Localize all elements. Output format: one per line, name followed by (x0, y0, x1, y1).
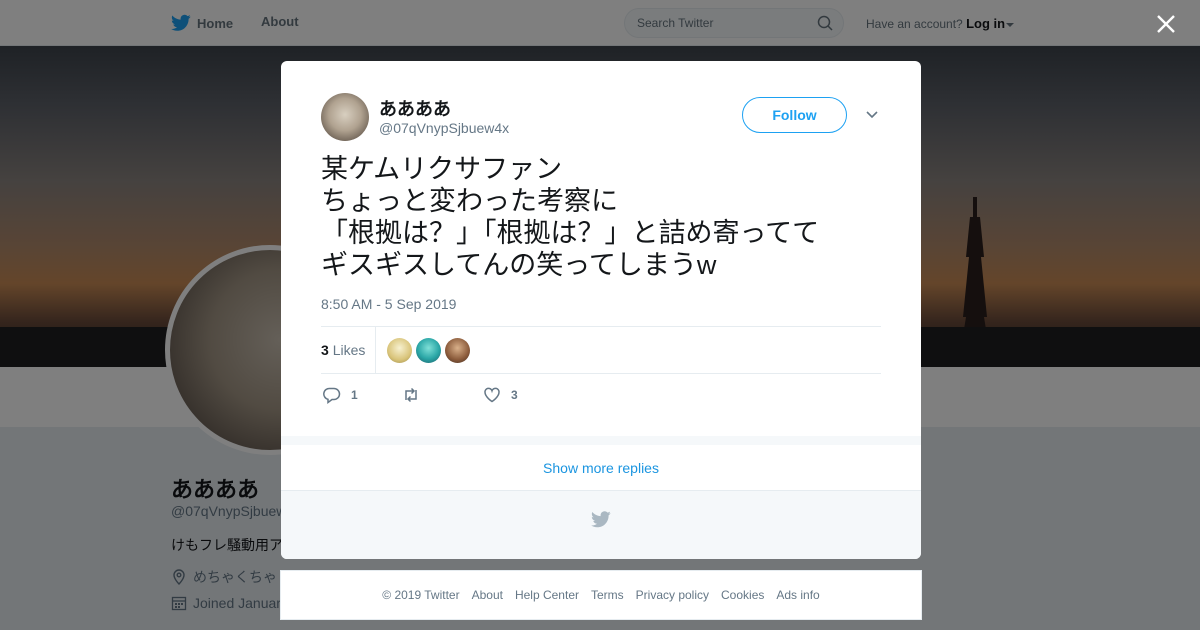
retweet-icon (405, 387, 417, 403)
footer-cookies-link[interactable]: Cookies (721, 588, 764, 602)
show-more-replies-button[interactable]: Show more replies (281, 445, 921, 491)
reply-icon (323, 387, 341, 404)
tweet-author-handle[interactable]: @07qVnypSjbuew4x (379, 120, 509, 136)
footer-about-link[interactable]: About (472, 588, 503, 602)
likes-number: 3 (321, 342, 329, 358)
twitter-bird-icon (591, 511, 611, 528)
chevron-down-icon[interactable] (865, 109, 879, 121)
tweet-actions: 1 3 (321, 383, 881, 407)
close-icon[interactable] (1154, 12, 1178, 36)
liker-avatar[interactable] (416, 338, 441, 363)
liker-avatar[interactable] (387, 338, 412, 363)
replies-separator (281, 436, 921, 445)
tweet-text-line: 「根拠は？」「根拠は？」と詰め寄ってて (321, 218, 820, 248)
likes-bar: 3 Likes (321, 326, 881, 374)
likes-count[interactable]: 3 Likes (321, 342, 365, 358)
like-count: 3 (511, 388, 518, 402)
likes-label: Likes (332, 342, 366, 358)
reply-count: 1 (351, 388, 358, 402)
retweet-button[interactable] (402, 386, 430, 404)
follow-button[interactable]: Follow (742, 97, 847, 133)
footer-terms-link[interactable]: Terms (591, 588, 624, 602)
site-footer: © 2019 Twitter About Help Center Terms P… (280, 570, 922, 620)
tweet-text-line: ギスギスしてんの笑ってしまうw (321, 250, 717, 280)
tweet-text-line: 某ケムリクサファン (321, 154, 563, 184)
tweet-author-name[interactable]: ああああ (379, 95, 451, 121)
tweet-text: 某ケムリクサファン ちょっと変わった考察に 「根拠は？」「根拠は？」と詰め寄って… (321, 153, 881, 281)
footer-ads-link[interactable]: Ads info (776, 588, 819, 602)
tweet-modal: ああああ @07qVnypSjbuew4x Follow 某ケムリクサファン ち… (281, 61, 921, 559)
likes-divider (375, 327, 376, 373)
modal-footer (281, 491, 921, 559)
footer-privacy-link[interactable]: Privacy policy (636, 588, 709, 602)
tweet-author-avatar[interactable] (321, 93, 369, 141)
liker-avatar[interactable] (445, 338, 470, 363)
like-button[interactable]: 3 (483, 386, 518, 404)
tweet-timestamp[interactable]: 8:50 AM - 5 Sep 2019 (321, 296, 456, 312)
tweet-text-line: ちょっと変わった考察に (321, 186, 618, 216)
reply-button[interactable]: 1 (323, 386, 358, 404)
heart-icon (484, 387, 500, 403)
footer-copyright: © 2019 Twitter (382, 588, 460, 602)
footer-help-link[interactable]: Help Center (515, 588, 579, 602)
